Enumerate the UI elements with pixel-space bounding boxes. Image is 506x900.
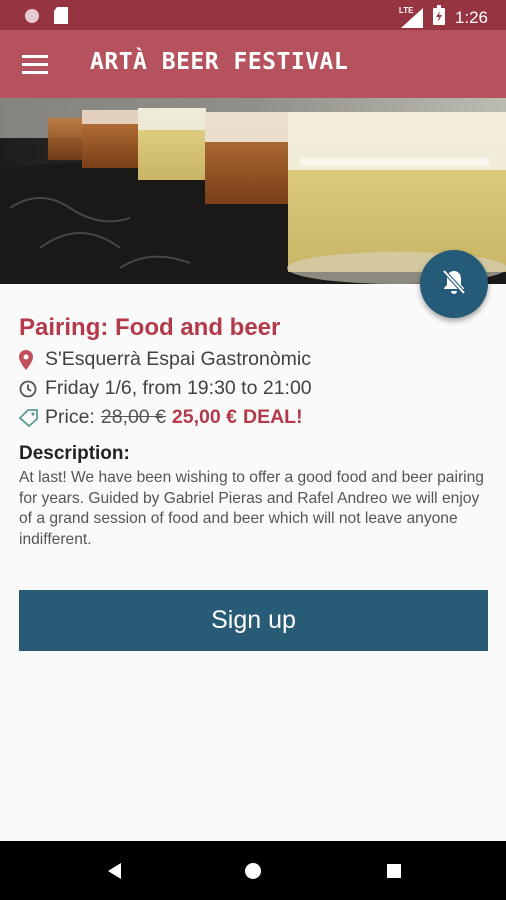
clock-icon	[19, 380, 45, 398]
location-pin-icon	[19, 349, 45, 370]
battery-charging-icon	[432, 5, 445, 30]
event-title: Pairing: Food and beer	[19, 314, 281, 341]
price-tag-icon	[19, 408, 45, 427]
status-right: LTE 1:26	[398, 5, 488, 30]
new-price: 25,00 €	[171, 406, 237, 428]
old-price: 28,00 €	[100, 406, 166, 428]
event-hero-image	[0, 98, 506, 284]
status-left	[24, 7, 68, 29]
app-title: ARTÀ BEER FESTIVAL	[90, 49, 349, 75]
description-heading: Description:	[19, 443, 130, 464]
event-price-row: Price: 28,00 € 25,00 € DEAL!	[19, 406, 489, 429]
price-label: Price:	[45, 406, 95, 428]
hamburger-menu-icon[interactable]	[18, 48, 52, 80]
status-bar: LTE 1:26	[0, 0, 506, 30]
event-datetime: Friday 1/6, from 19:30 to 21:00	[45, 377, 312, 399]
signal-icon: LTE	[398, 5, 423, 28]
status-time: 1:26	[454, 7, 488, 27]
bell-off-icon	[441, 268, 467, 301]
app-bar: ARTÀ BEER FESTIVAL	[0, 30, 506, 98]
sign-up-button[interactable]: Sign up	[19, 590, 488, 651]
deal-badge: DEAL!	[242, 406, 303, 428]
recents-icon[interactable]	[382, 859, 406, 883]
sd-card-icon	[54, 7, 68, 29]
event-description: At last! We have been wishing to offer a…	[19, 469, 484, 548]
home-icon[interactable]	[241, 859, 265, 883]
back-icon[interactable]	[103, 859, 127, 883]
event-location-row: S'Esquerrà Espai Gastronòmic	[19, 348, 489, 371]
system-navigation-bar	[0, 841, 506, 900]
circle-notification-icon	[24, 8, 40, 29]
network-label: LTE	[398, 5, 414, 15]
event-location: S'Esquerrà Espai Gastronòmic	[45, 348, 312, 370]
event-details: Pairing: Food and beer S'Esquerrà Espai …	[19, 300, 489, 550]
event-datetime-row: Friday 1/6, from 19:30 to 21:00	[19, 377, 489, 400]
